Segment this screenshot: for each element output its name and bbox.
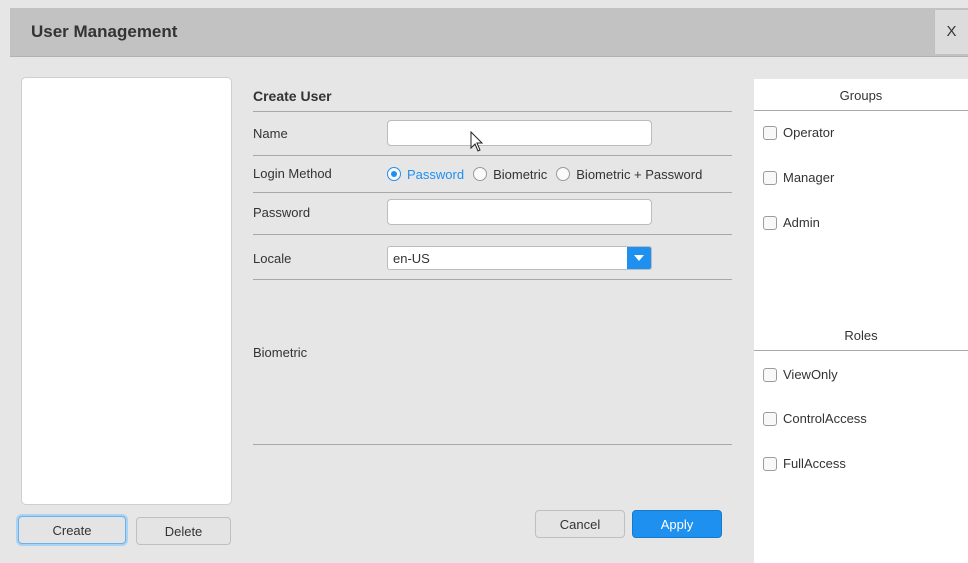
divider: [754, 110, 968, 111]
login-option-biometric[interactable]: Biometric: [473, 167, 547, 182]
groups-roles-panel: Groups Operator Manager Admin Roles View…: [754, 79, 968, 563]
roles-heading: Roles: [844, 328, 878, 343]
checkbox-icon[interactable]: [763, 125, 777, 140]
role-controlaccess-checkbox[interactable]: ControlAccess: [763, 411, 867, 426]
group-operator-checkbox[interactable]: Operator: [763, 125, 834, 140]
cancel-button[interactable]: Cancel: [535, 510, 625, 538]
radio-icon[interactable]: [556, 167, 571, 181]
login-method-label: Login Method: [253, 166, 332, 181]
locale-select[interactable]: en-US: [387, 246, 652, 270]
divider: [754, 350, 968, 351]
apply-button[interactable]: Apply: [632, 510, 722, 538]
checkbox-label: ControlAccess: [783, 411, 867, 426]
checkbox-label: Manager: [783, 170, 835, 185]
checkbox-icon[interactable]: [763, 456, 777, 471]
password-input[interactable]: [387, 199, 652, 225]
password-label: Password: [253, 205, 311, 220]
checkbox-icon[interactable]: [763, 215, 777, 230]
form-title: Create User: [253, 88, 332, 104]
role-fullaccess-checkbox[interactable]: FullAccess: [763, 456, 846, 471]
role-viewonly-checkbox[interactable]: ViewOnly: [763, 367, 838, 382]
checkbox-icon[interactable]: [763, 367, 777, 382]
checkbox-label: FullAccess: [783, 456, 846, 471]
checkbox-icon[interactable]: [763, 170, 777, 185]
checkbox-label: Admin: [783, 215, 820, 230]
groups-heading: Groups: [839, 88, 883, 103]
checkbox-label: Operator: [783, 125, 835, 140]
group-admin-checkbox[interactable]: Admin: [763, 215, 820, 230]
name-input[interactable]: [387, 120, 652, 146]
login-option-label: Biometric + Password: [576, 166, 703, 182]
login-option-password[interactable]: Password: [387, 167, 464, 182]
user-list[interactable]: [21, 77, 232, 505]
checkbox-label: ViewOnly: [783, 367, 838, 382]
divider: [253, 155, 732, 156]
locale-value: en-US: [393, 251, 430, 266]
radio-icon[interactable]: [473, 167, 488, 181]
group-manager-checkbox[interactable]: Manager: [763, 170, 834, 185]
biometric-label: Biometric: [253, 345, 308, 360]
title-bar: User Management X: [10, 8, 968, 57]
window-title: User Management: [31, 22, 178, 41]
name-label: Name: [253, 126, 288, 141]
checkbox-icon[interactable]: [763, 411, 777, 426]
create-button[interactable]: Create: [18, 516, 126, 544]
divider: [253, 279, 732, 280]
login-option-label: Password: [407, 166, 465, 182]
locale-label: Locale: [253, 251, 292, 266]
mouse-pointer-icon: [470, 130, 484, 156]
login-option-biometric-password[interactable]: Biometric + Password: [556, 167, 702, 182]
login-method-group: Password Biometric Biometric + Password: [387, 164, 711, 184]
close-button[interactable]: X: [934, 10, 968, 54]
divider: [253, 234, 732, 235]
divider: [253, 444, 732, 445]
delete-button[interactable]: Delete: [136, 517, 231, 545]
radio-checked-icon[interactable]: [387, 167, 401, 181]
login-option-label: Biometric: [493, 166, 548, 182]
chevron-down-icon[interactable]: [627, 247, 651, 269]
divider: [253, 192, 732, 193]
divider: [253, 111, 732, 112]
